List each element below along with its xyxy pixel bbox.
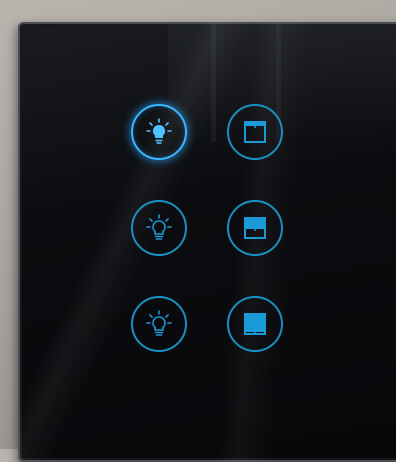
lightbulb-icon bbox=[146, 310, 172, 336]
light-1-button[interactable] bbox=[131, 104, 187, 160]
light-2-button[interactable] bbox=[131, 200, 187, 256]
lightbulb-icon bbox=[146, 118, 172, 144]
blind-1-button[interactable] bbox=[227, 104, 283, 160]
touch-switch-panel bbox=[18, 22, 396, 462]
glass-glare bbox=[18, 22, 396, 462]
blind-3-button[interactable] bbox=[227, 296, 283, 352]
lightbulb-icon bbox=[146, 214, 172, 240]
window-blind-icon bbox=[244, 217, 266, 239]
window-blind-icon bbox=[244, 121, 266, 143]
light-3-button[interactable] bbox=[131, 296, 187, 352]
blind-2-button[interactable] bbox=[227, 200, 283, 256]
window-blind-icon bbox=[244, 313, 266, 335]
